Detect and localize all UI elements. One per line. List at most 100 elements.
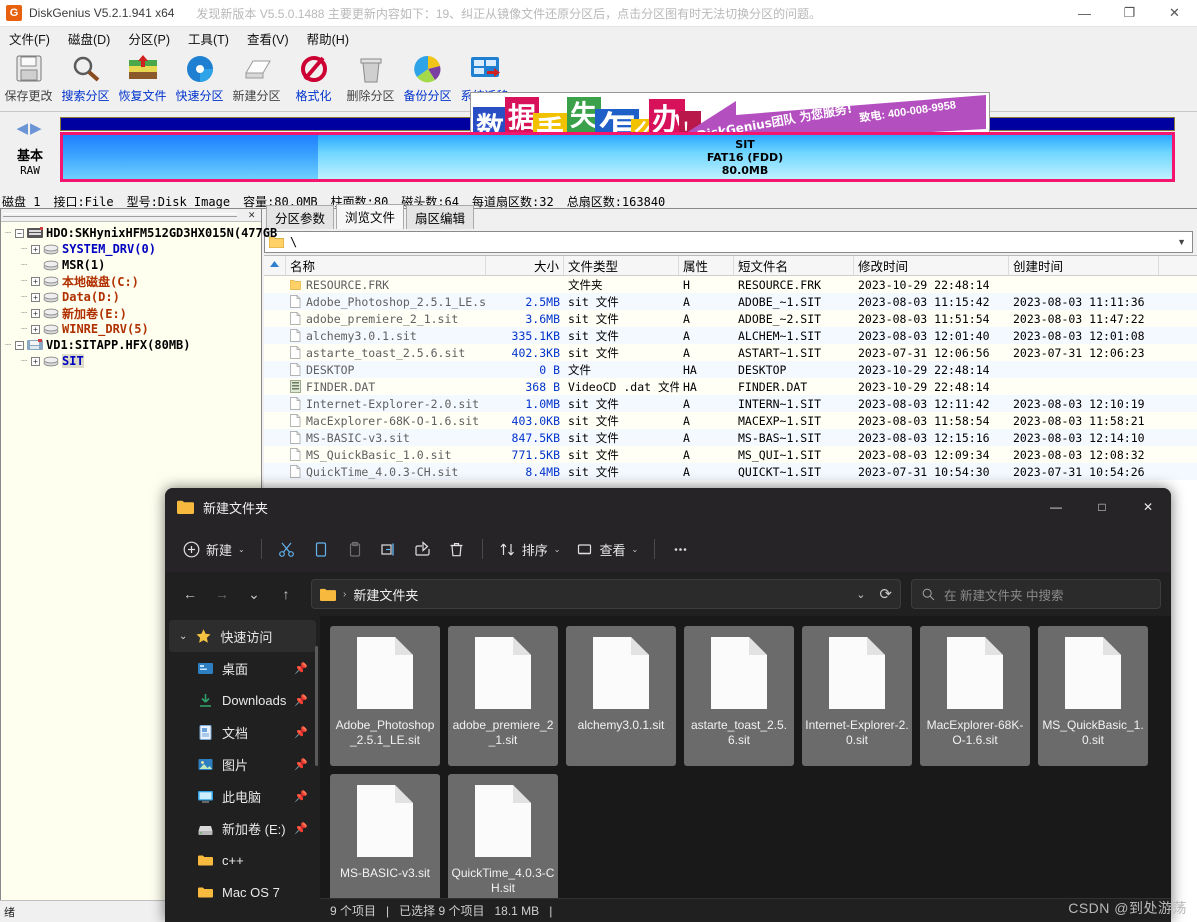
- table-row[interactable]: RESOURCE.FRK 文件夹 H RESOURCE.FRK 2023-10-…: [264, 276, 1197, 293]
- column-header-5[interactable]: 修改时间: [854, 256, 1009, 275]
- tree-expander[interactable]: +: [31, 244, 40, 254]
- tree-close-icon[interactable]: ✕: [248, 208, 255, 221]
- toolbar-search-partition-button[interactable]: 搜索分区: [57, 49, 114, 109]
- partition-bar-sit[interactable]: SIT FAT16 (FDD) 80.0MB: [60, 132, 1175, 182]
- explorer-close-button[interactable]: ✕: [1125, 488, 1171, 526]
- sidebar-item-3[interactable]: 文档 📌: [169, 716, 316, 748]
- file-tile[interactable]: MS-BASIC-v3.sit: [330, 774, 440, 914]
- table-row[interactable]: MacExplorer-68K-O-1.6.sit 403.0KB sit 文件…: [264, 412, 1197, 429]
- pin-icon[interactable]: 📌: [294, 758, 308, 771]
- tab-2[interactable]: 扇区编辑: [406, 205, 475, 229]
- tree-node-2[interactable]: ┈ MSR(1): [1, 257, 261, 273]
- prev-disk-icon[interactable]: ◀: [16, 120, 30, 137]
- back-button[interactable]: ←: [175, 579, 205, 609]
- up-button[interactable]: ↑: [271, 579, 301, 609]
- view-button[interactable]: 查看 ⌄: [568, 533, 646, 565]
- tree-expander[interactable]: −: [15, 228, 24, 238]
- sort-button[interactable]: 排序 ⌄: [491, 533, 569, 565]
- tree-expander[interactable]: +: [31, 308, 40, 318]
- tree-node-7[interactable]: ┈ − VD1:SITAPP.HFX(80MB): [1, 337, 261, 353]
- sidebar-item-7[interactable]: c++: [169, 844, 316, 876]
- table-row[interactable]: alchemy3.0.1.sit 335.1KB sit 文件 A ALCHEM…: [264, 327, 1197, 344]
- table-row[interactable]: Adobe_Photoshop_2.5.1_LE.sit 2.5MB sit 文…: [264, 293, 1197, 310]
- table-row[interactable]: Internet-Explorer-2.0.sit 1.0MB sit 文件 A…: [264, 395, 1197, 412]
- column-header-6[interactable]: 创建时间: [1009, 256, 1159, 275]
- toolbar-backup-partition-button[interactable]: 备份分区: [399, 49, 456, 109]
- menu-item-4[interactable]: 查看(V): [238, 27, 298, 50]
- file-tile[interactable]: Adobe_Photoshop_2.5.1_LE.sit: [330, 626, 440, 766]
- toolbar-recover-files-button[interactable]: 恢复文件: [114, 49, 171, 109]
- forward-button[interactable]: →: [207, 579, 237, 609]
- toolbar-new-partition-button[interactable]: 新建分区: [228, 49, 285, 109]
- toolbar-delete-partition-button[interactable]: 删除分区: [342, 49, 399, 109]
- sidebar-item-6[interactable]: 新加卷 (E:) 📌: [169, 812, 316, 844]
- tree-node-1[interactable]: ┈ + SYSTEM_DRV(0): [1, 241, 261, 257]
- path-bar[interactable]: \ ▼: [264, 231, 1193, 253]
- tree-expander[interactable]: +: [31, 292, 40, 302]
- sidebar-item-0[interactable]: ⌄ 快速访问: [169, 620, 316, 652]
- sidebar-item-4[interactable]: 图片 📌: [169, 748, 316, 780]
- menu-item-0[interactable]: 文件(F): [0, 27, 59, 50]
- more-button[interactable]: [663, 533, 697, 565]
- sort-ascending-icon[interactable]: [264, 256, 286, 275]
- file-tile[interactable]: alchemy3.0.1.sit: [566, 626, 676, 766]
- search-box[interactable]: 在 新建文件夹 中搜索: [911, 579, 1161, 609]
- close-button[interactable]: ✕: [1152, 0, 1197, 27]
- breadcrumb-current[interactable]: 新建文件夹: [353, 585, 418, 604]
- refresh-icon[interactable]: ⟳: [879, 585, 892, 603]
- file-tile[interactable]: adobe_premiere_2_1.sit: [448, 626, 558, 766]
- paste-button[interactable]: [338, 533, 372, 565]
- tree-node-4[interactable]: ┈ + Data(D:): [1, 289, 261, 305]
- tree-expander[interactable]: +: [31, 276, 40, 286]
- copy-button[interactable]: [304, 533, 338, 565]
- column-header-1[interactable]: 大小: [486, 256, 564, 275]
- sidebar-item-8[interactable]: Mac OS 7: [169, 876, 316, 908]
- file-tile[interactable]: MS_QuickBasic_1.0.sit: [1038, 626, 1148, 766]
- tree-node-0[interactable]: ┈ − HDO:SKHynixHFM512GD3HX015N(477GB: [1, 225, 277, 241]
- file-tile[interactable]: QuickTime_4.0.3-CH.sit: [448, 774, 558, 914]
- pin-icon[interactable]: 📌: [294, 822, 308, 835]
- table-row[interactable]: FINDER.DAT 368 B VideoCD .dat 文件 HA FIND…: [264, 378, 1197, 395]
- column-header-3[interactable]: 属性: [679, 256, 734, 275]
- table-row[interactable]: MS_QuickBasic_1.0.sit 771.5KB sit 文件 A M…: [264, 446, 1197, 463]
- pin-icon[interactable]: 📌: [294, 726, 308, 739]
- toolbar-format-button[interactable]: 格式化: [285, 49, 342, 109]
- toolbar-save-button[interactable]: 保存更改: [0, 49, 57, 109]
- sidebar-item-2[interactable]: Downloads 📌: [169, 684, 316, 716]
- pin-icon[interactable]: 📌: [294, 662, 308, 675]
- tab-1[interactable]: 浏览文件: [336, 204, 405, 229]
- menu-item-2[interactable]: 分区(P): [119, 27, 179, 50]
- rename-button[interactable]: [372, 533, 406, 565]
- tree-expander[interactable]: −: [15, 340, 24, 350]
- file-tile[interactable]: astarte_toast_2.5.6.sit: [684, 626, 794, 766]
- delete-button[interactable]: [440, 533, 474, 565]
- menu-item-1[interactable]: 磁盘(D): [59, 27, 119, 50]
- pin-icon[interactable]: 📌: [294, 790, 308, 803]
- file-tile[interactable]: Internet-Explorer-2.0.sit: [802, 626, 912, 766]
- menu-item-5[interactable]: 帮助(H): [298, 27, 358, 50]
- tree-node-8[interactable]: ┈ + SIT: [1, 353, 261, 369]
- new-button[interactable]: 新建 ⌄: [175, 533, 253, 565]
- disk-nav-arrows[interactable]: ◀▶: [16, 119, 43, 137]
- tree-expander[interactable]: +: [31, 324, 40, 334]
- column-header-2[interactable]: 文件类型: [564, 256, 679, 275]
- chevron-down-icon[interactable]: ▼: [1177, 237, 1186, 247]
- sidebar-item-5[interactable]: 此电脑 📌: [169, 780, 316, 812]
- minimize-button[interactable]: —: [1062, 0, 1107, 27]
- table-row[interactable]: MS-BASIC-v3.sit 847.5KB sit 文件 A MS-BAS~…: [264, 429, 1197, 446]
- explorer-minimize-button[interactable]: —: [1033, 488, 1079, 526]
- tree-node-6[interactable]: ┈ + WINRE_DRV(5): [1, 321, 261, 337]
- table-row[interactable]: QuickTime_4.0.3-CH.sit 8.4MB sit 文件 A QU…: [264, 463, 1197, 480]
- maximize-button[interactable]: ❐: [1107, 0, 1152, 27]
- table-row[interactable]: DESKTOP 0 B 文件 HA DESKTOP 2023-10-29 22:…: [264, 361, 1197, 378]
- address-bar[interactable]: › 新建文件夹 ⌄ ⟳: [311, 579, 901, 609]
- column-header-4[interactable]: 短文件名: [734, 256, 854, 275]
- tree-node-5[interactable]: ┈ + 新加卷(E:): [1, 305, 261, 321]
- tree-node-3[interactable]: ┈ + 本地磁盘(C:): [1, 273, 261, 289]
- toolbar-quick-partition-button[interactable]: 快速分区: [171, 49, 228, 109]
- table-row[interactable]: adobe_premiere_2_1.sit 3.6MB sit 文件 A AD…: [264, 310, 1197, 327]
- file-tile[interactable]: MacExplorer-68K-O-1.6.sit: [920, 626, 1030, 766]
- menu-item-3[interactable]: 工具(T): [179, 27, 238, 50]
- sidebar-scrollbar[interactable]: [315, 646, 318, 766]
- column-header-0[interactable]: 名称: [286, 256, 486, 275]
